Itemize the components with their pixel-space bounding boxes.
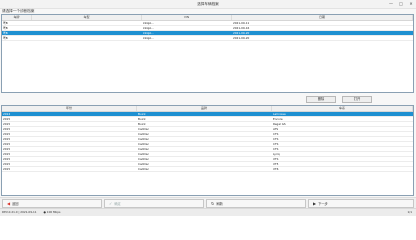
maximize-icon[interactable]: □ [396,1,406,7]
archive-cell-plate: 粤B [3,36,8,40]
wifi-icon: ● [43,210,46,214]
col-model[interactable]: 车型 [32,15,142,20]
vehicle-table: 年份 品牌 车系 2014 Buick LaCrosse 2015 Buick Encor… [1,105,414,196]
archive-cell-vin: LSGJA... [143,36,154,40]
status-page: 1/1 [407,210,412,214]
minimize-icon[interactable]: — [386,1,396,7]
back-icon: ◀ [7,201,11,206]
next-icon: ▶ [313,201,317,206]
app-window: 选择车辆档案 — □ ✕ 请选择一个诊断档案 车牌 车型 VIN 日期 粤B LS… [0,0,416,216]
back-button[interactable]: ◀ 返回 [2,199,102,208]
status-connection: 100 Mbps [46,210,61,214]
archive-cell-date: 2021-09-20 [233,36,250,40]
vehicle-cell-make: Cadillac [138,167,150,171]
delete-button[interactable]: 删除 [306,96,336,103]
col-date[interactable]: 日期 [232,15,413,20]
refresh-icon: ↻ [211,201,215,206]
check-icon: ✓ [109,201,113,206]
next-label: 下一步 [318,202,328,206]
col-plate[interactable]: 车牌 [2,15,32,20]
title-bar: 选择车辆档案 — □ ✕ [0,0,416,9]
vehicle-cell-model: XT6 [273,167,279,171]
refresh-label: 刷新 [216,202,223,206]
col-series[interactable]: 车系 [272,106,413,111]
window-title: 选择车辆档案 [197,2,219,6]
col-vin[interactable]: VIN [142,15,232,20]
status-bar: DEV-0.21.0 | 2021-09-11 ● 100 Mbps 1/1 [0,208,416,216]
archive-cell-model [32,36,142,41]
vehicle-row[interactable]: 2015 Cadillac XT6 [2,167,413,172]
col-year[interactable]: 年份 [2,106,137,111]
col-make[interactable]: 品牌 [137,106,272,111]
open-button[interactable]: 打开 [342,96,372,103]
ok-button[interactable]: ✓ 确定 [104,199,204,208]
archive-table: 车牌 车型 VIN 日期 粤B LSGJA... 2021-09-11 粤B LSGJA… [1,14,414,93]
refresh-button[interactable]: ↻ 刷新 [206,199,306,208]
next-button[interactable]: ▶ 下一步 [308,199,414,208]
vehicle-cell-year: 2015 [3,167,11,171]
status-version: DEV-0.21.0 | 2021-09-11 [2,210,37,214]
close-icon[interactable]: ✕ [406,1,416,7]
back-label: 返回 [12,202,19,206]
ok-label: 确定 [114,202,121,206]
archive-row[interactable]: 粤B LSGJA... 2021-09-20 [2,36,413,41]
